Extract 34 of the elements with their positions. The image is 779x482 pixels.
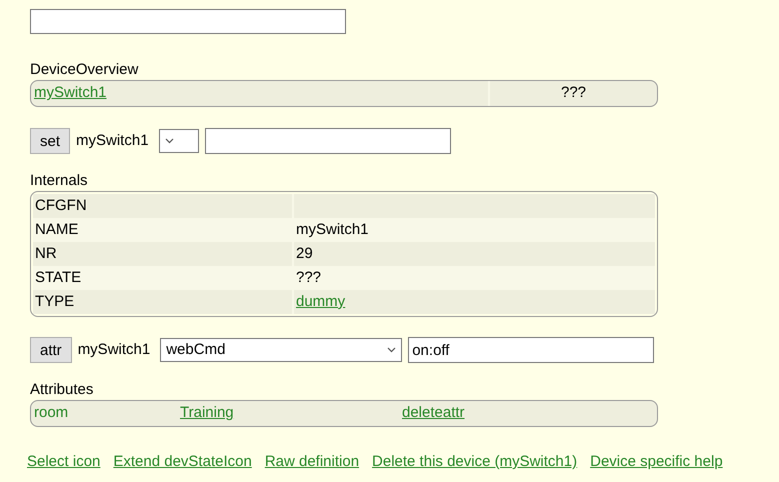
footer-link[interactable]: Extend devStateIcon — [113, 451, 252, 474]
section-title: Internals — [30, 171, 89, 191]
attribute-value-link[interactable]: Training — [180, 404, 234, 422]
device-link[interactable]: mySwitch1 — [34, 82, 107, 105]
device-label: mySwitch1 — [76, 130, 149, 151]
footer-link[interactable]: Select icon — [27, 451, 100, 474]
footer-link[interactable]: Delete this device (mySwitch1) — [372, 451, 578, 474]
internal-value: mySwitch1 — [296, 220, 369, 238]
footer-link[interactable]: Device specific help — [590, 451, 723, 474]
value-field[interactable] — [204, 128, 451, 154]
command-button[interactable]: set — [30, 128, 70, 154]
device-label: mySwitch1 — [78, 340, 150, 360]
dropdown-caret-icon — [387, 347, 396, 353]
internal-name: TYPE — [35, 292, 74, 312]
internal-value: 29 — [296, 244, 313, 262]
dropdown-caret-icon — [164, 138, 174, 144]
delete-attribute-link[interactable]: deleteattr — [402, 404, 465, 422]
internal-name: STATE — [35, 268, 82, 288]
attribute-name: room — [34, 404, 68, 422]
internal-name: NR — [35, 244, 57, 264]
command-button[interactable]: attr — [30, 337, 72, 363]
device-state: ??? — [560, 83, 586, 104]
search-field[interactable] — [30, 9, 346, 34]
internal-value-link[interactable]: dummy — [296, 292, 346, 310]
value-field[interactable]: on:off — [408, 337, 654, 363]
section-title: Attributes — [30, 380, 94, 400]
internal-name: CFGFN — [35, 196, 87, 216]
section-title: DeviceOverview — [30, 60, 140, 80]
footer-link[interactable]: Raw definition — [264, 451, 360, 474]
attribute-select[interactable]: webCmd — [160, 338, 402, 362]
internal-value: ??? — [296, 268, 322, 286]
attribute-select[interactable] — [158, 129, 199, 153]
select-value: webCmd — [166, 340, 226, 360]
internal-name: NAME — [35, 220, 78, 240]
